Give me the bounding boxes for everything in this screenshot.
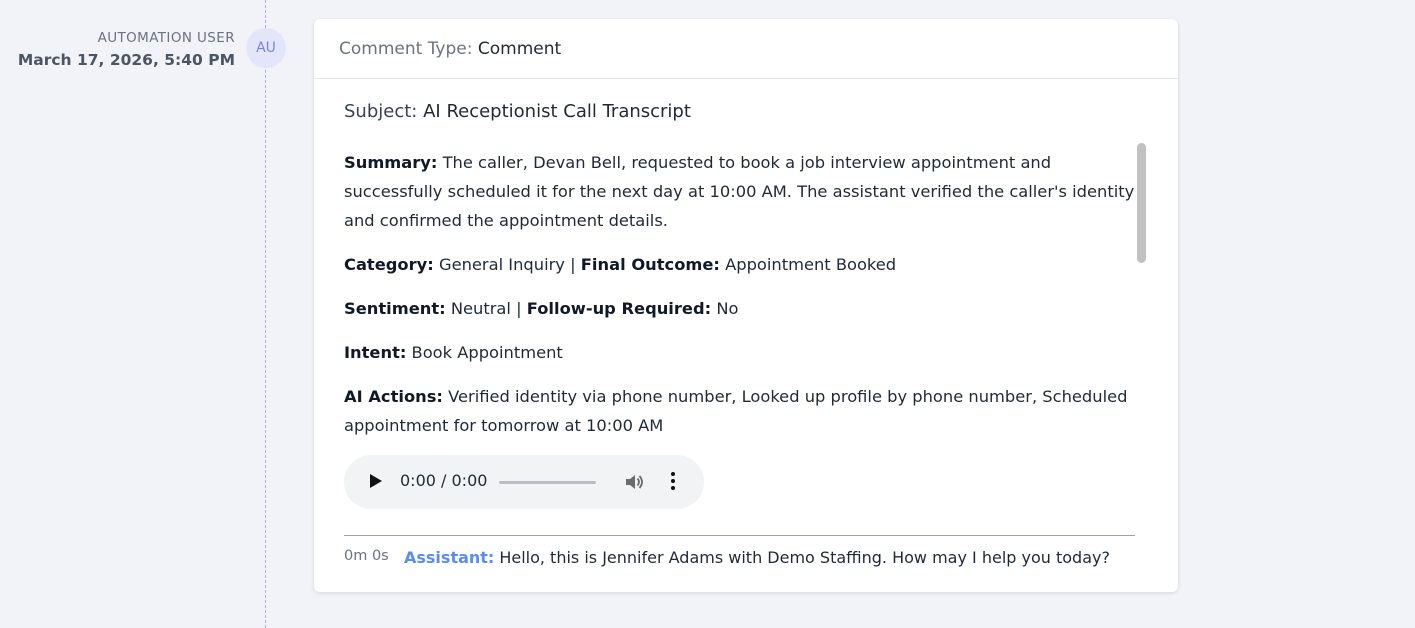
subject-line: Subject: AI Receptionist Call Transcript — [344, 101, 691, 122]
transcript-line: 0m 0s Assistant: Hello, this is Jennifer… — [344, 548, 1136, 567]
scrollbar-thumb[interactable] — [1137, 143, 1146, 263]
transcript-divider — [344, 535, 1135, 536]
subject-value: AI Receptionist Call Transcript — [423, 101, 691, 122]
category-value: General Inquiry — [438, 255, 565, 274]
summary-label: Summary: — [344, 153, 438, 172]
comment-timestamp: March 17, 2026, 5:40 PM — [17, 51, 235, 69]
timeline-line — [265, 0, 266, 628]
subject-label: Subject: — [344, 101, 418, 122]
followup-label: Follow-up Required: — [526, 299, 712, 318]
audio-time: 0:00 / 0:00 — [400, 471, 488, 490]
more-options-icon[interactable] — [671, 472, 675, 492]
ai-actions-label: AI Actions: — [344, 387, 443, 406]
comment-body-scroll[interactable]: Summary: The caller, Devan Bell, request… — [344, 148, 1136, 592]
comment-type-value: Comment — [477, 38, 562, 59]
play-icon[interactable] — [370, 474, 382, 488]
sentiment-value: Neutral — [450, 299, 511, 318]
transcript-timestamp: 0m 0s — [344, 548, 389, 564]
summary-paragraph: Summary: The caller, Devan Bell, request… — [344, 148, 1136, 235]
separator: | — [570, 255, 576, 274]
intent-value: Book Appointment — [411, 343, 563, 362]
ai-actions-value: Verified identity via phone number, Look… — [344, 387, 1128, 435]
intent-label: Intent: — [344, 343, 407, 362]
final-outcome-value: Appointment Booked — [725, 255, 897, 274]
summary-text: The caller, Devan Bell, requested to boo… — [344, 153, 1135, 230]
author-name: AUTOMATION USER — [97, 30, 235, 46]
avatar: AU — [246, 28, 286, 68]
followup-value: No — [716, 299, 739, 318]
card-header: Comment Type: Comment — [314, 19, 1178, 79]
audio-player: 0:00 / 0:00 — [344, 455, 704, 509]
volume-icon[interactable] — [624, 472, 644, 492]
transcript-speaker: Assistant: — [404, 548, 495, 567]
comment-type-label: Comment Type: — [339, 38, 473, 59]
intent-paragraph: Intent: Book Appointment — [344, 338, 1136, 367]
category-paragraph: Category: General Inquiry | Final Outcom… — [344, 250, 1136, 279]
ai-actions-paragraph: AI Actions: Verified identity via phone … — [344, 382, 1136, 440]
sentiment-label: Sentiment: — [344, 299, 446, 318]
comment-card: Comment Type: Comment Subject: AI Recept… — [314, 19, 1178, 592]
author-meta: AUTOMATION USER March 17, 2026, 5:40 PM — [18, 30, 235, 69]
final-outcome-label: Final Outcome: — [580, 255, 720, 274]
sentiment-paragraph: Sentiment: Neutral | Follow-up Required:… — [344, 294, 1136, 323]
category-label: Category: — [344, 255, 434, 274]
transcript-text: Hello, this is Jennifer Adams with Demo … — [499, 548, 1110, 567]
audio-seek-slider[interactable] — [499, 481, 596, 484]
separator: | — [516, 299, 522, 318]
